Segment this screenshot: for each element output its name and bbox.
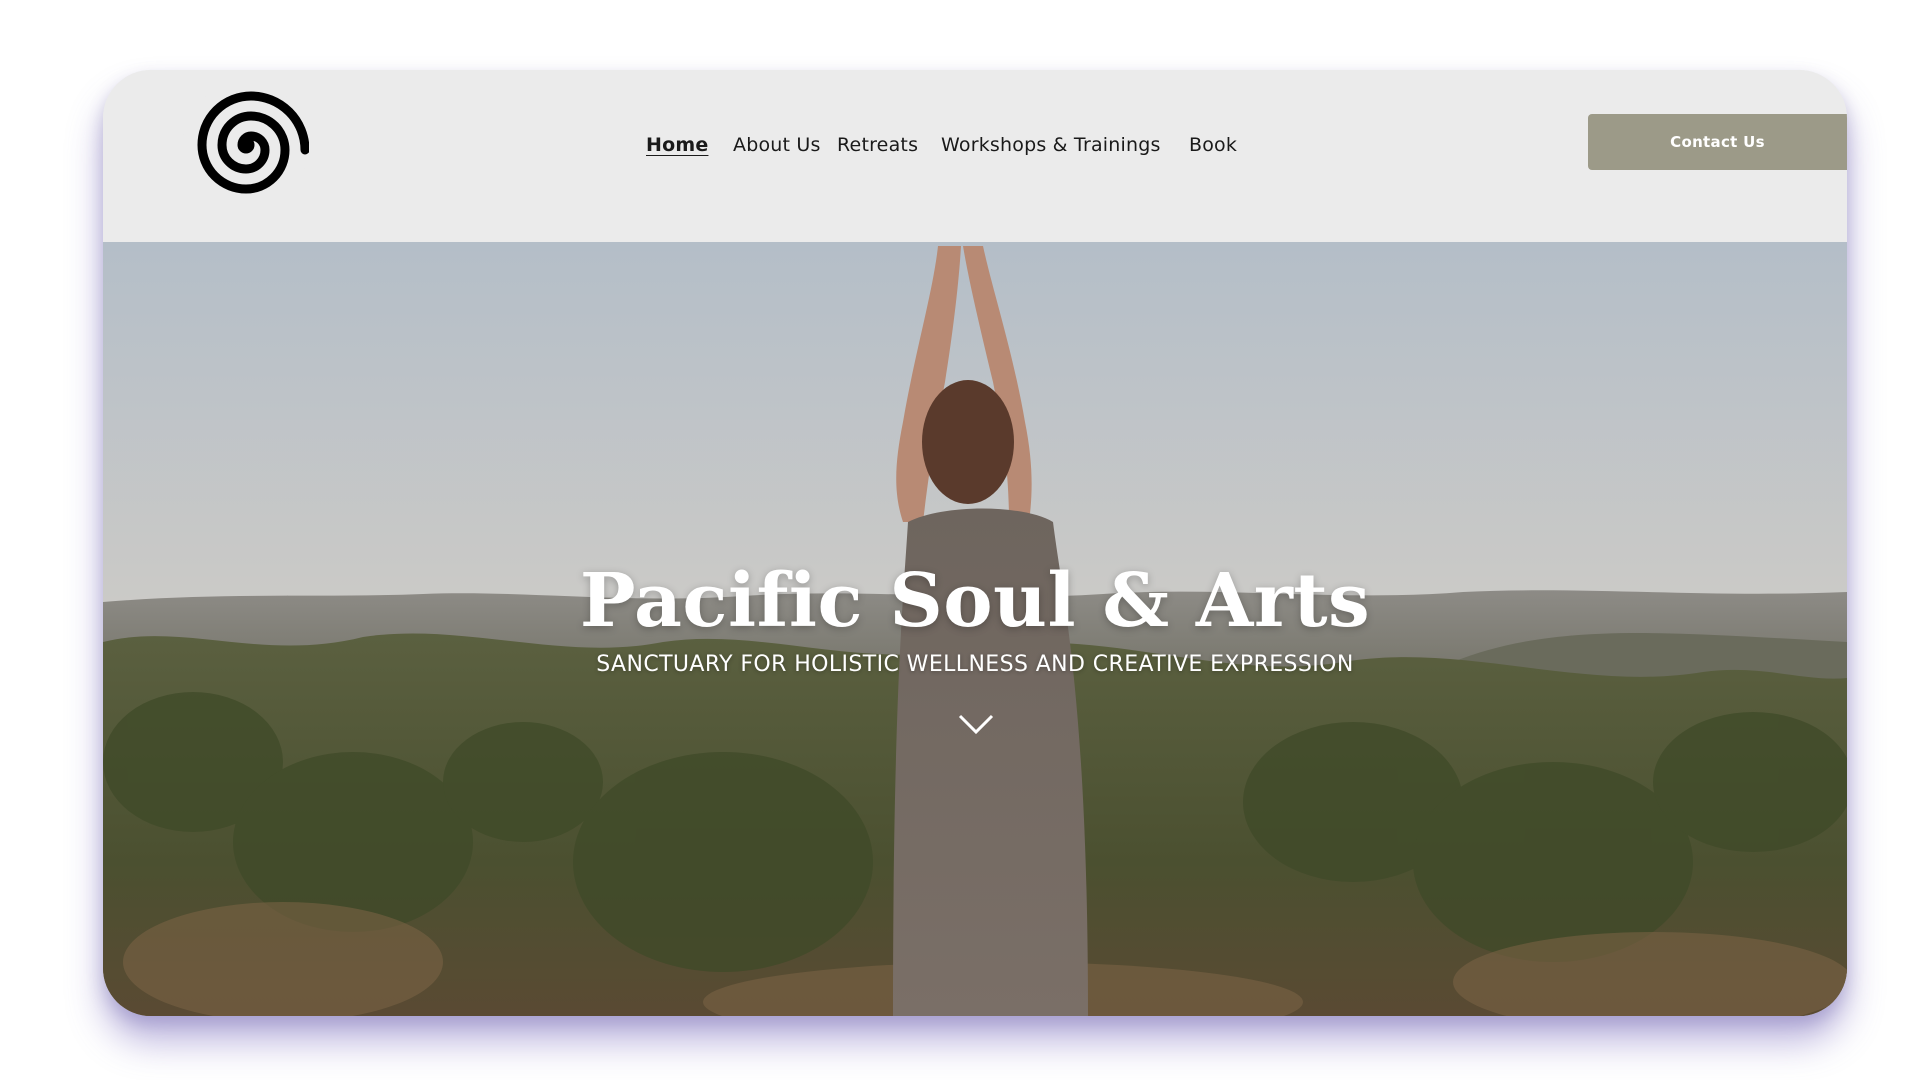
nav-item-book[interactable]: Book bbox=[1189, 130, 1237, 160]
nav-item-home[interactable]: Home bbox=[646, 130, 708, 160]
contact-us-button[interactable]: Contact Us bbox=[1588, 114, 1847, 170]
main-nav: Home About Us Retreats Workshops & Train… bbox=[103, 70, 1847, 216]
nav-item-workshops-trainings[interactable]: Workshops & Trainings bbox=[941, 130, 1161, 160]
hero-section: Pacific Soul & Arts SANCTUARY FOR HOLIST… bbox=[103, 242, 1847, 1016]
hero-title: Pacific Soul & Arts bbox=[579, 558, 1371, 644]
browser-frame: Home About Us Retreats Workshops & Train… bbox=[103, 70, 1847, 1016]
chevron-down-icon[interactable] bbox=[956, 710, 996, 738]
site-header: Home About Us Retreats Workshops & Train… bbox=[103, 70, 1847, 242]
hero-subtitle: SANCTUARY FOR HOLISTIC WELLNESS AND CREA… bbox=[596, 652, 1354, 677]
nav-item-retreats[interactable]: Retreats bbox=[837, 130, 918, 160]
nav-item-about-us[interactable]: About Us bbox=[733, 130, 821, 160]
